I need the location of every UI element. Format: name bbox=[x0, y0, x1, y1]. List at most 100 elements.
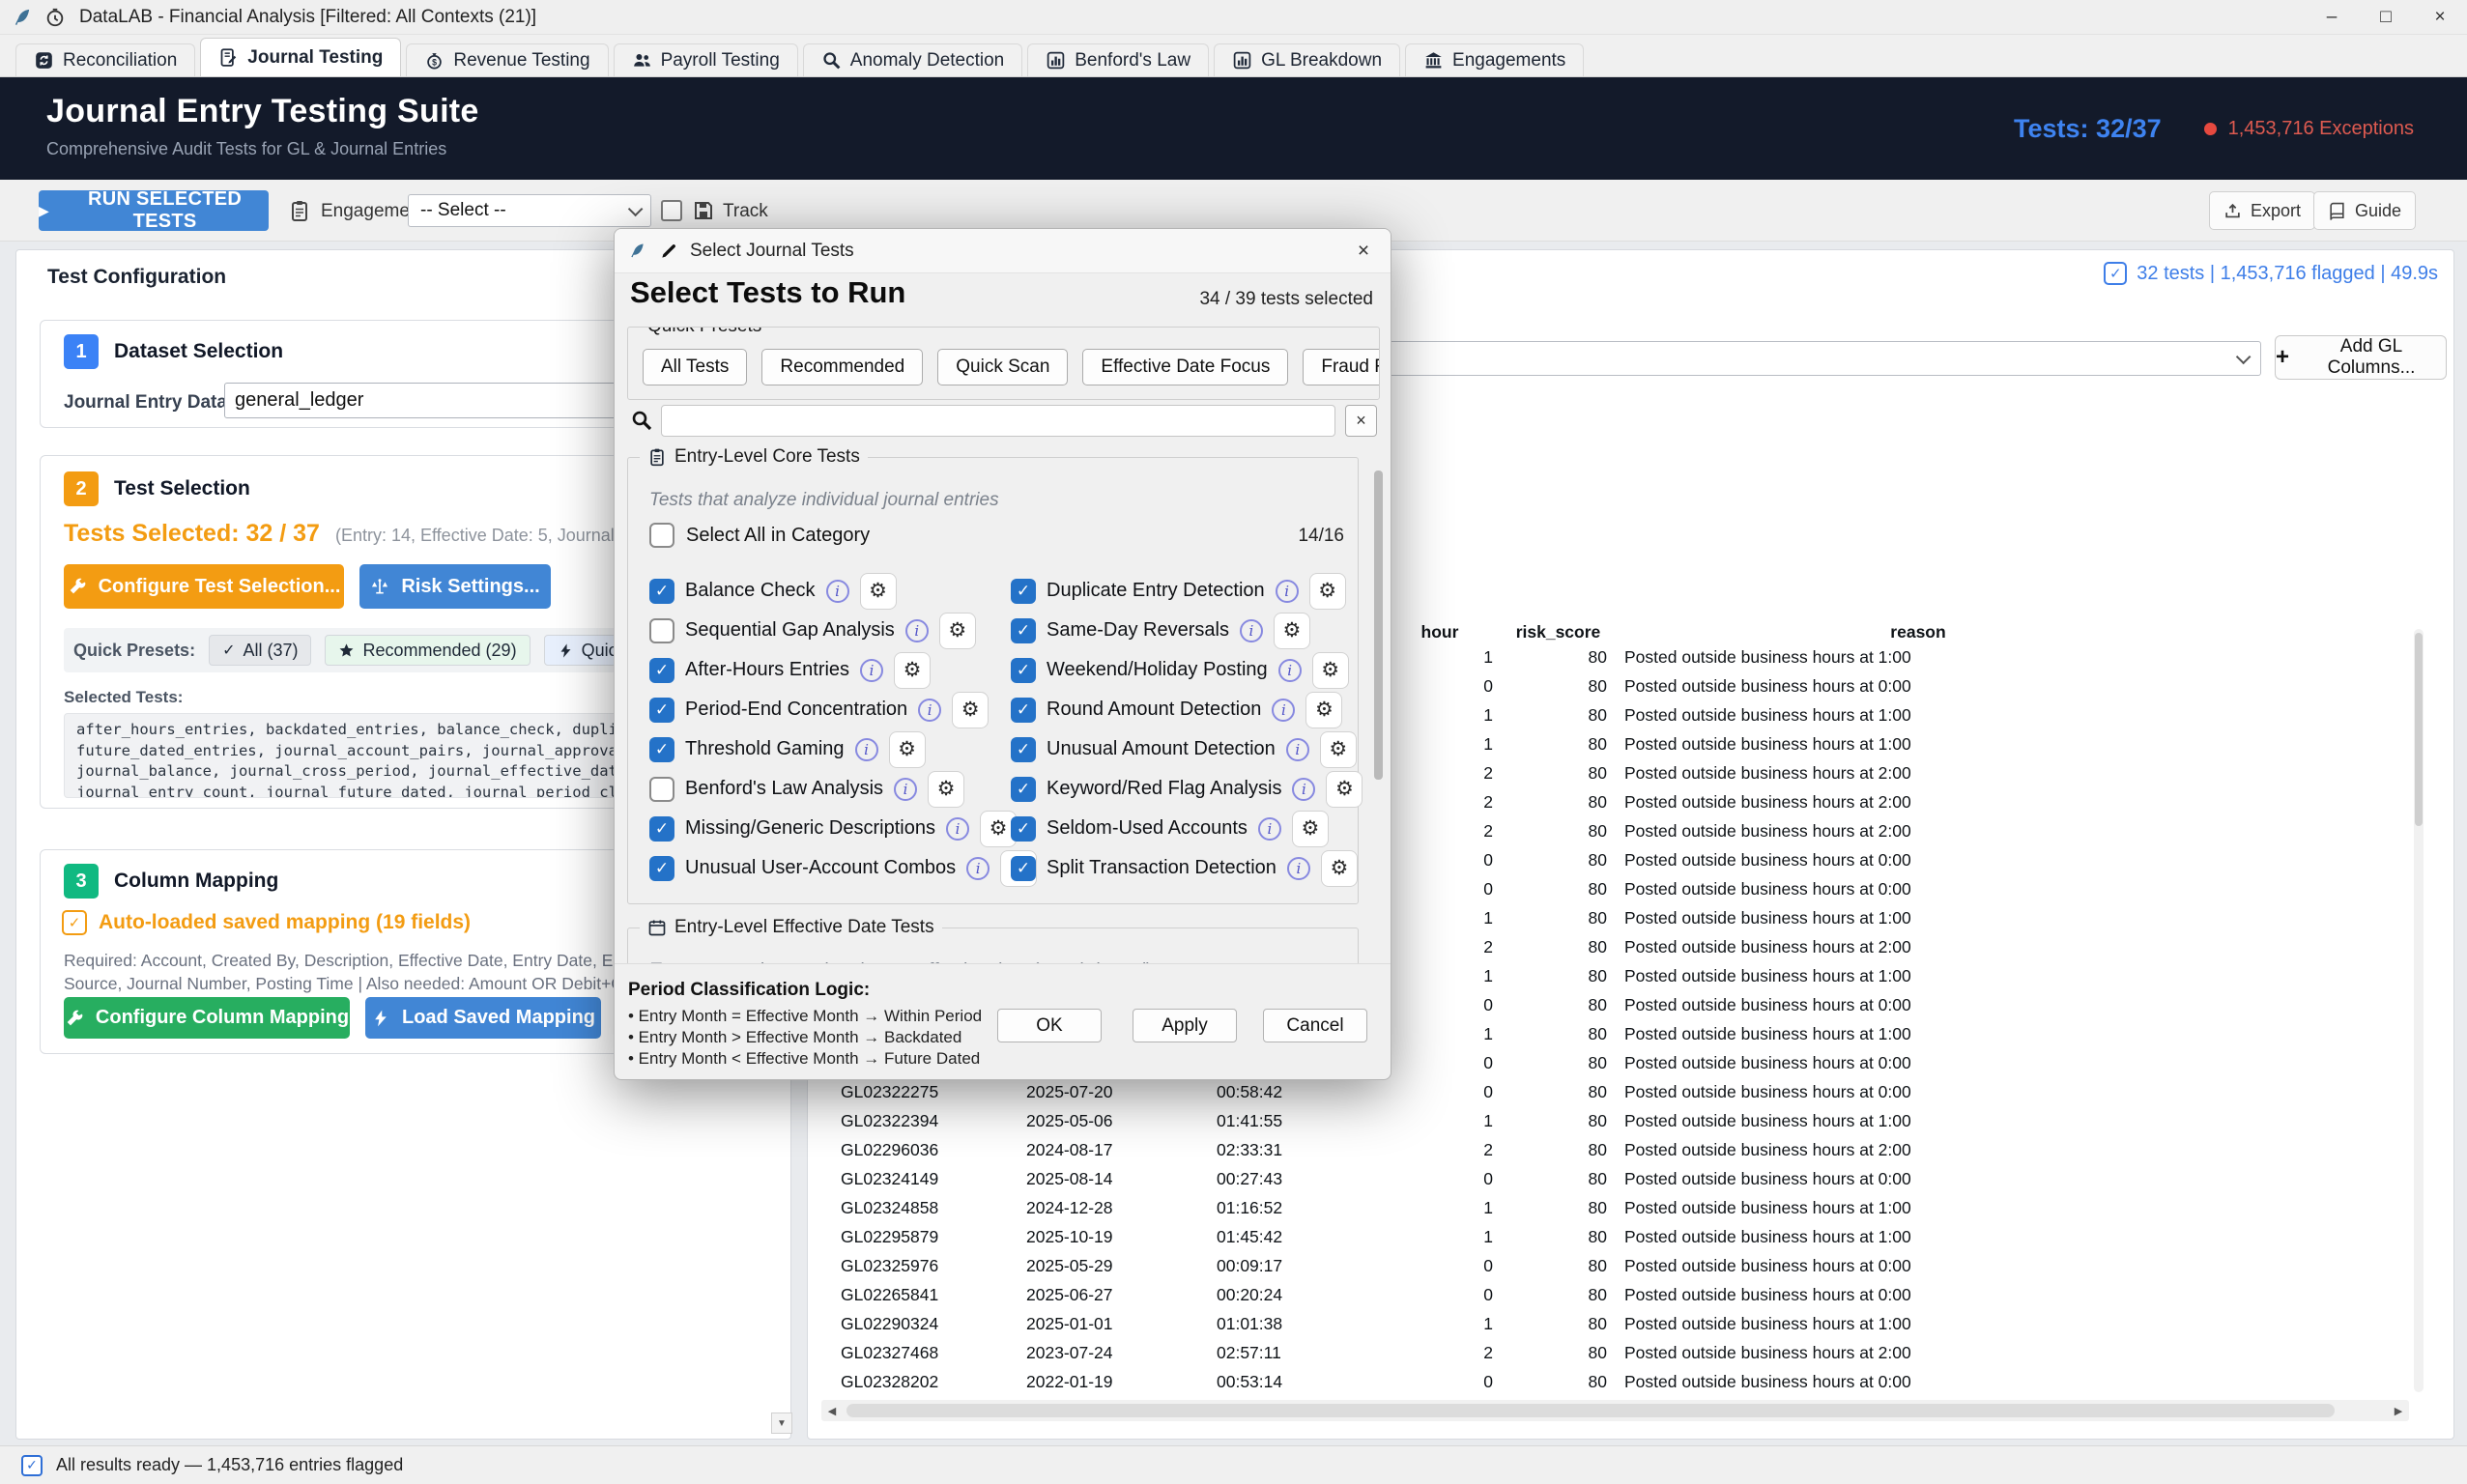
column-header-reason[interactable]: reason bbox=[1720, 619, 2116, 644]
gear-button[interactable]: ⚙ bbox=[939, 613, 976, 649]
test-checkbox[interactable]: ✓ bbox=[1011, 658, 1036, 683]
configure-test-selection-button[interactable]: Configure Test Selection... bbox=[64, 564, 344, 609]
tab-payroll-testing[interactable]: Payroll Testing bbox=[614, 43, 798, 76]
search-clear-button[interactable]: × bbox=[1345, 405, 1377, 437]
test-checkbox[interactable]: ✓ bbox=[649, 579, 674, 604]
dialog-scrollbar[interactable] bbox=[1374, 471, 1383, 780]
test-checkbox[interactable]: ✓ bbox=[649, 816, 674, 842]
gear-button[interactable]: ⚙ bbox=[1321, 850, 1358, 887]
gear-button[interactable]: ⚙ bbox=[1312, 652, 1349, 689]
test-checkbox[interactable]: ✓ bbox=[1011, 618, 1036, 643]
search-input[interactable] bbox=[661, 405, 1335, 437]
ok-button[interactable]: OK bbox=[997, 1009, 1102, 1042]
info-icon[interactable]: i bbox=[855, 738, 878, 761]
dialog-close-button[interactable]: × bbox=[1342, 235, 1385, 268]
engagement-select[interactable]: -- Select -- bbox=[408, 194, 651, 227]
info-icon[interactable]: i bbox=[966, 857, 990, 880]
gear-button[interactable]: ⚙ bbox=[1292, 811, 1329, 847]
gear-button[interactable]: ⚙ bbox=[1305, 692, 1342, 728]
table-row[interactable]: GL022903242025-01-0101:01:38180Posted ou… bbox=[821, 1309, 2409, 1338]
info-icon[interactable]: i bbox=[1240, 619, 1263, 642]
gear-button[interactable]: ⚙ bbox=[1320, 731, 1357, 768]
cancel-button[interactable]: Cancel bbox=[1263, 1009, 1367, 1042]
table-row[interactable]: GL023223942025-05-0601:41:55180Posted ou… bbox=[821, 1106, 2409, 1135]
test-checkbox[interactable]: ✓ bbox=[1011, 816, 1036, 842]
preset-effective-date-focus[interactable]: Effective Date Focus bbox=[1082, 349, 1288, 385]
info-icon[interactable]: i bbox=[1258, 817, 1281, 841]
preset-chip[interactable]: ✓All (37) bbox=[209, 635, 311, 666]
run-selected-tests-button[interactable]: ▶ RUN SELECTED TESTS bbox=[39, 190, 269, 231]
table-row[interactable]: GL022958792025-10-1901:45:42180Posted ou… bbox=[821, 1222, 2409, 1251]
preset-fraud-risk-focus[interactable]: Fraud Risk Focus bbox=[1303, 349, 1380, 385]
column-header-hour[interactable]: hour bbox=[1382, 619, 1498, 644]
info-icon[interactable]: i bbox=[1292, 778, 1315, 801]
gear-button[interactable]: ⚙ bbox=[894, 652, 931, 689]
test-checkbox[interactable]: ✓ bbox=[1011, 698, 1036, 723]
select-all-checkbox[interactable] bbox=[649, 523, 674, 548]
info-icon[interactable]: i bbox=[1272, 699, 1295, 722]
table-row[interactable]: GL023274682023-07-2402:57:11280Posted ou… bbox=[821, 1338, 2409, 1367]
add-gl-columns-button[interactable]: + Add GL Columns... bbox=[2275, 335, 2447, 380]
tab-journal-testing[interactable]: Journal Testing bbox=[200, 38, 401, 76]
risk-settings-button[interactable]: Risk Settings... bbox=[359, 564, 551, 609]
table-row[interactable]: GL023241492025-08-1400:27:43080Posted ou… bbox=[821, 1164, 2409, 1193]
test-checkbox[interactable]: ✓ bbox=[1011, 856, 1036, 881]
table-row[interactable]: GL023248582024-12-2801:16:52180Posted ou… bbox=[821, 1193, 2409, 1222]
load-saved-mapping-button[interactable]: Load Saved Mapping bbox=[365, 997, 601, 1039]
gear-button[interactable]: ⚙ bbox=[889, 731, 926, 768]
info-icon[interactable]: i bbox=[1278, 659, 1302, 682]
info-icon[interactable]: i bbox=[918, 699, 941, 722]
table-row[interactable]: GL022658412025-06-2700:20:24080Posted ou… bbox=[821, 1280, 2409, 1309]
test-checkbox[interactable] bbox=[649, 777, 674, 802]
preset-recommended[interactable]: Recommended bbox=[761, 349, 923, 385]
preset-all-tests[interactable]: All Tests bbox=[643, 349, 747, 385]
test-checkbox[interactable]: ✓ bbox=[649, 737, 674, 762]
test-checkbox[interactable]: ✓ bbox=[1011, 579, 1036, 604]
table-row[interactable]: GL023222752025-07-2000:58:42080Posted ou… bbox=[821, 1077, 2409, 1106]
gear-button[interactable]: ⚙ bbox=[928, 771, 964, 808]
test-checkbox[interactable]: ✓ bbox=[649, 658, 674, 683]
column-header-risk_score[interactable]: risk_score bbox=[1498, 619, 1619, 644]
preset-quick-scan[interactable]: Quick Scan bbox=[937, 349, 1068, 385]
tab-gl-breakdown[interactable]: GL Breakdown bbox=[1214, 43, 1400, 76]
test-checkbox[interactable] bbox=[649, 618, 674, 643]
tab-revenue-testing[interactable]: $Revenue Testing bbox=[406, 43, 608, 76]
guide-button[interactable]: Guide bbox=[2313, 191, 2416, 230]
preset-chip[interactable]: Recommended (29) bbox=[325, 635, 530, 666]
gear-button[interactable]: ⚙ bbox=[952, 692, 989, 728]
info-icon[interactable]: i bbox=[1286, 738, 1309, 761]
table-vertical-scrollbar[interactable] bbox=[2414, 629, 2424, 1392]
scroll-left-icon[interactable]: ◀ bbox=[821, 1400, 843, 1421]
gear-button[interactable]: ⚙ bbox=[1274, 613, 1310, 649]
gear-button[interactable]: ⚙ bbox=[1309, 573, 1346, 610]
info-icon[interactable]: i bbox=[946, 817, 969, 841]
track-checkbox[interactable] bbox=[661, 200, 682, 221]
info-icon[interactable]: i bbox=[1287, 857, 1310, 880]
info-icon[interactable]: i bbox=[905, 619, 929, 642]
info-icon[interactable]: i bbox=[826, 580, 849, 603]
gear-button[interactable]: ⚙ bbox=[860, 573, 897, 610]
configure-column-mapping-button[interactable]: Configure Column Mapping bbox=[64, 997, 350, 1039]
tab-reconciliation[interactable]: Reconciliation bbox=[15, 43, 195, 76]
info-icon[interactable]: i bbox=[1276, 580, 1299, 603]
test-checkbox[interactable]: ✓ bbox=[649, 856, 674, 881]
table-row[interactable]: GL022960362024-08-1702:33:31280Posted ou… bbox=[821, 1135, 2409, 1164]
minimize-button[interactable]: – bbox=[2305, 0, 2359, 35]
test-checkbox[interactable]: ✓ bbox=[1011, 777, 1036, 802]
export-button[interactable]: Export bbox=[2209, 191, 2315, 230]
scroll-right-icon[interactable]: ▶ bbox=[2388, 1400, 2409, 1421]
table-horizontal-scrollbar[interactable]: ◀ ▶ bbox=[821, 1400, 2409, 1421]
scrollbar-thumb[interactable] bbox=[846, 1404, 2335, 1417]
maximize-button[interactable]: □ bbox=[2359, 0, 2413, 35]
gear-button[interactable]: ⚙ bbox=[1326, 771, 1363, 808]
apply-button[interactable]: Apply bbox=[1133, 1009, 1237, 1042]
info-icon[interactable]: i bbox=[894, 778, 917, 801]
tab-benford-s-law[interactable]: Benford's Law bbox=[1027, 43, 1209, 76]
close-button[interactable]: × bbox=[2413, 0, 2467, 35]
test-checkbox[interactable]: ✓ bbox=[1011, 737, 1036, 762]
test-checkbox[interactable]: ✓ bbox=[649, 698, 674, 723]
table-row[interactable]: GL023282022022-01-1900:53:14080Posted ou… bbox=[821, 1367, 2409, 1396]
table-row[interactable]: GL023259762025-05-2900:09:17080Posted ou… bbox=[821, 1251, 2409, 1280]
tab-engagements[interactable]: Engagements bbox=[1405, 43, 1584, 76]
tab-anomaly-detection[interactable]: Anomaly Detection bbox=[803, 43, 1022, 76]
